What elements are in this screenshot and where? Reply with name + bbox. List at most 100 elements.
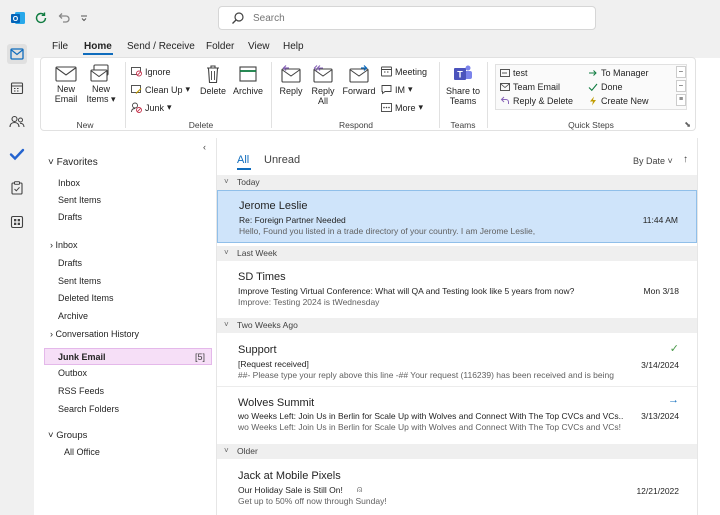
teams-icon: T xyxy=(454,65,472,80)
group-label-teams: Teams xyxy=(450,120,476,130)
new-email-button[interactable]: New Email xyxy=(53,64,79,104)
favorites-header[interactable]: ˅ Favorites xyxy=(48,157,98,168)
group-label-new: New xyxy=(76,120,94,130)
clipboard-icon[interactable] xyxy=(7,178,27,198)
sync-icon[interactable] xyxy=(31,8,51,28)
scroll-down-icon[interactable]: – xyxy=(676,80,686,92)
folder-sent-items[interactable]: Sent Items xyxy=(58,276,101,286)
forward-button[interactable]: Forward xyxy=(341,64,377,96)
undo-icon[interactable] xyxy=(54,8,74,28)
folder-junk-email[interactable]: Junk Email [5] xyxy=(44,348,212,365)
clean-up-button[interactable]: Clean Up ▾ xyxy=(131,84,190,95)
app-rail xyxy=(0,36,34,515)
folder-outbox[interactable]: Outbox xyxy=(58,368,87,378)
forwarded-arrow-icon: → xyxy=(668,394,679,406)
customize-quick-access-icon[interactable] xyxy=(74,8,94,28)
sort-by-date-button[interactable]: By Date ˅ xyxy=(633,156,673,166)
quick-step-done[interactable]: Done xyxy=(588,82,623,92)
menu-folder[interactable]: Folder xyxy=(206,41,234,52)
pane-divider xyxy=(697,138,698,515)
menu-send-receive[interactable]: Send / Receive xyxy=(127,41,195,52)
search-input[interactable] xyxy=(253,10,583,26)
quick-step-to-manager[interactable]: To Manager xyxy=(588,68,649,78)
reply-icon xyxy=(500,96,509,104)
chevron-down-icon: ˅ xyxy=(224,446,229,455)
mail-icon[interactable] xyxy=(7,44,27,64)
more-button[interactable]: More ▾ xyxy=(381,102,423,113)
arrow-right-icon xyxy=(589,70,597,76)
tab-unread[interactable]: Unread xyxy=(264,154,300,166)
folder-rss-feeds[interactable]: RSS Feeds xyxy=(58,386,104,396)
section-two-weeks-ago[interactable]: ˅ Two Weeks Ago xyxy=(217,318,697,333)
ribbon-separator xyxy=(125,62,126,128)
folder-favorites-inbox[interactable]: Inbox xyxy=(58,178,80,188)
collapse-folder-pane-icon[interactable]: ‹ xyxy=(203,142,206,152)
quick-step-test[interactable]: test xyxy=(500,68,528,78)
folder-favorites-sent-items[interactable]: Sent Items xyxy=(58,195,101,205)
ignore-button[interactable]: Ignore xyxy=(131,66,171,77)
new-items-icon xyxy=(90,64,109,82)
menu-help[interactable]: Help xyxy=(283,41,304,52)
active-tab-underline xyxy=(83,53,113,55)
share-to-teams-button[interactable]: T Share to Teams xyxy=(445,64,481,106)
archive-button[interactable]: Archive xyxy=(231,64,265,96)
reply-button[interactable]: Reply xyxy=(277,64,305,96)
people-icon[interactable] xyxy=(7,112,27,132)
menu-file[interactable]: File xyxy=(52,41,68,52)
email-item[interactable]: Wolves Summit wo Weeks Left: Join Us in … xyxy=(217,388,697,440)
scroll-up-icon[interactable]: – xyxy=(676,66,686,78)
im-button[interactable]: IM ▾ xyxy=(381,84,413,95)
trash-icon xyxy=(207,65,219,84)
menu-view[interactable]: View xyxy=(248,41,270,52)
quick-steps-gallery: test Team Email Reply & Delete To Manage… xyxy=(495,64,687,110)
apps-icon[interactable] xyxy=(7,212,27,232)
group-all-office[interactable]: All Office xyxy=(64,447,100,457)
chevron-down-icon: ˅ xyxy=(48,157,54,168)
to-do-icon[interactable] xyxy=(7,144,27,164)
svg-text:O: O xyxy=(13,16,19,23)
folder-archive[interactable]: Archive xyxy=(58,311,88,321)
section-last-week[interactable]: ˅ Last Week xyxy=(217,246,697,261)
email-item[interactable]: Jerome Leslie Re: Foreign Partner Needed… xyxy=(217,190,697,243)
expand-gallery-icon[interactable]: ≡ xyxy=(676,94,686,106)
quick-step-team-email[interactable]: Team Email xyxy=(500,82,560,92)
folder-deleted-items[interactable]: Deleted Items xyxy=(58,293,114,303)
folder-drafts[interactable]: Drafts xyxy=(58,258,82,268)
calendar-icon[interactable] xyxy=(7,78,27,98)
tab-all[interactable]: All xyxy=(237,154,249,166)
folder-conversation-history[interactable]: › Conversation History xyxy=(50,329,139,339)
sort-direction-icon[interactable]: ↑ xyxy=(683,154,688,165)
delete-button[interactable]: Delete xyxy=(199,64,227,96)
menu-home[interactable]: Home xyxy=(84,41,112,52)
email-item[interactable]: Jack at Mobile Pixels Our Holiday Sale i… xyxy=(217,460,697,512)
folder-favorites-drafts[interactable]: Drafts xyxy=(58,212,82,222)
mail-icon xyxy=(500,83,510,91)
ribbon: New Email New Items ▾ New Ignore Clean Up ▾… xyxy=(40,57,696,131)
ribbon-separator xyxy=(271,62,272,128)
quick-step-reply-delete[interactable]: Reply & Delete xyxy=(500,96,573,106)
junk-button[interactable]: Junk ▾ xyxy=(131,102,172,113)
lightning-icon xyxy=(590,96,596,106)
groups-header[interactable]: ˅ Groups xyxy=(48,430,87,441)
junk-email-label: Junk Email xyxy=(58,352,106,362)
new-email-icon xyxy=(55,66,77,82)
section-older[interactable]: ˅ Older xyxy=(217,444,697,459)
quick-step-create-new[interactable]: Create New xyxy=(588,96,649,106)
folder-search-folders[interactable]: Search Folders xyxy=(58,404,119,414)
section-today[interactable]: ˅ Today xyxy=(217,175,697,190)
junk-email-count: [5] xyxy=(194,352,205,362)
menu-bar: File Home Send / Receive Folder View Hel… xyxy=(34,36,720,58)
row-divider xyxy=(217,386,697,387)
new-items-button[interactable]: New Items ▾ xyxy=(85,64,117,104)
meeting-button[interactable]: Meeting xyxy=(381,66,427,77)
folder-inbox[interactable]: › Inbox xyxy=(50,240,78,250)
chat-icon xyxy=(381,85,392,95)
search-box[interactable] xyxy=(218,6,596,30)
outlook-logo-icon: O xyxy=(8,8,28,28)
dialog-launcher-icon[interactable]: ⬊ xyxy=(684,120,691,129)
email-item[interactable]: SD Times Improve Testing Virtual Confere… xyxy=(217,262,697,314)
quick-steps-scroll[interactable]: – – ≡ xyxy=(676,66,686,108)
svg-text:T: T xyxy=(457,70,463,80)
email-item[interactable]: Support [Request received] ##- Please ty… xyxy=(217,334,697,387)
reply-all-button[interactable]: Reply All xyxy=(309,64,337,106)
